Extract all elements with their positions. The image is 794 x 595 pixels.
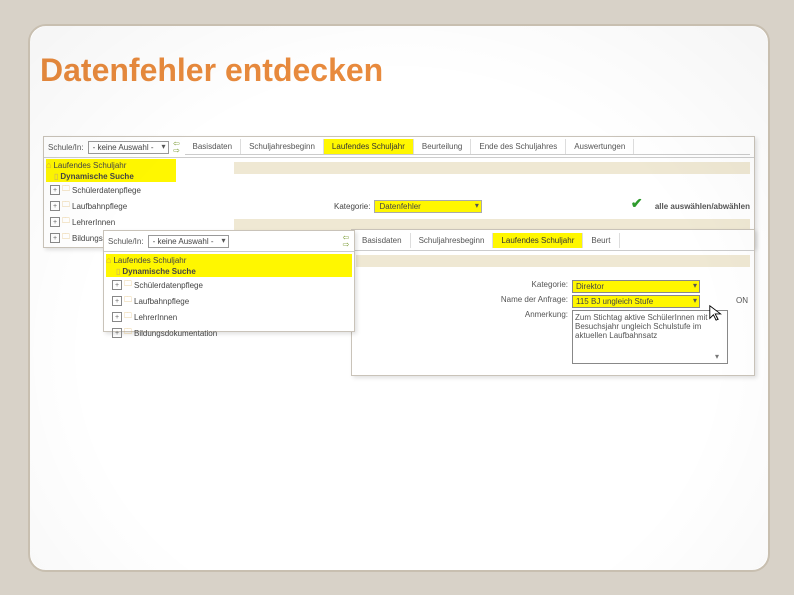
expand-icon[interactable]: + xyxy=(112,296,122,306)
kategorie-row: Kategorie: Datenfehler alle auswählen/ab… xyxy=(334,199,750,213)
tree-item-label: LehrerInnen xyxy=(72,218,115,227)
expand-icon[interactable]: + xyxy=(50,233,60,243)
folder-icon: 🗀 xyxy=(124,326,132,340)
tab-basisdaten[interactable]: Basisdaten xyxy=(185,139,242,154)
home-icon: ⌂ xyxy=(46,160,51,170)
tree-item-label: Schülerdatenpflege xyxy=(134,281,203,290)
doc-icon: ▯ xyxy=(54,172,58,181)
tab-schuljahresbeginn[interactable]: Schuljahresbeginn xyxy=(241,139,324,154)
slide-frame: Datenfehler entdecken Schule/In: - keine… xyxy=(28,24,770,572)
kategorie-label: Kategorie: xyxy=(488,280,568,289)
ss3-topbar: Basisdaten Schuljahresbeginn Laufendes S… xyxy=(352,230,754,251)
schule-select[interactable]: - keine Auswahl - xyxy=(88,141,169,154)
kategorie-select[interactable]: Direktor▾ xyxy=(572,280,700,293)
tree-item[interactable]: +🗀Laufbahnpflege xyxy=(106,293,352,309)
expand-icon[interactable]: + xyxy=(112,328,122,338)
folder-icon: 🗀 xyxy=(124,278,132,292)
expand-icon[interactable]: + xyxy=(50,185,60,195)
tree-dyn-suche[interactable]: ▯Dynamische Suche xyxy=(106,266,352,277)
kategorie-select[interactable]: Datenfehler xyxy=(374,200,481,213)
screenshot-tree: Schule/In: - keine Auswahl - ⇦⇨ ⌂Laufend… xyxy=(103,230,355,332)
nav-arrows-icon[interactable]: ⇦⇨ xyxy=(342,234,350,248)
query-form: Kategorie: Direktor▾ Name der Anfrage: 1… xyxy=(488,280,748,366)
folder-icon: 🗀 xyxy=(124,294,132,308)
folder-icon: 🗀 xyxy=(62,183,70,197)
folder-icon: 🗀 xyxy=(62,215,70,229)
screenshot-detail: Basisdaten Schuljahresbeginn Laufendes S… xyxy=(351,229,755,376)
check-icon[interactable] xyxy=(633,199,651,213)
anmerkung-text: Zum Stichtag aktive SchülerInnen mit Bes… xyxy=(572,310,728,364)
tree-dyn-label: Dynamische Suche xyxy=(60,172,133,181)
schule-select[interactable]: - keine Auswahl - xyxy=(148,235,229,248)
folder-icon: 🗀 xyxy=(124,310,132,324)
tree-root[interactable]: ⌂Laufendes Schuljahr xyxy=(106,254,352,266)
tree-item[interactable]: +🗀Bildungsdokumentation xyxy=(106,325,352,341)
header-bar xyxy=(234,162,750,174)
scroll-down-icon[interactable]: ▾ xyxy=(715,352,725,361)
kategorie-label: Kategorie: xyxy=(334,202,370,211)
tree-dyn-label: Dynamische Suche xyxy=(122,267,195,276)
tab-ende-des-schuljahres[interactable]: Ende des Schuljahres xyxy=(471,139,566,154)
tree-item-label: Bildungsdokumentation xyxy=(134,329,217,338)
name-label: Name der Anfrage: xyxy=(488,295,568,304)
expand-icon[interactable]: + xyxy=(50,201,60,211)
expand-icon[interactable]: + xyxy=(112,280,122,290)
tree-item[interactable]: +🗀Schülerdatenpflege xyxy=(46,182,176,198)
tab-auswertungen[interactable]: Auswertungen xyxy=(566,139,634,154)
folder-icon: 🗀 xyxy=(62,231,70,245)
topbar: Schule/In: - keine Auswahl - ⇦⇨ Basisdat… xyxy=(44,137,754,158)
tree-item[interactable]: +🗀Laufbahnpflege xyxy=(46,198,176,214)
tree-root[interactable]: ⌂Laufendes Schuljahr xyxy=(46,159,176,171)
expand-icon[interactable]: + xyxy=(50,217,60,227)
nav-arrows-icon[interactable]: ⇦⇨ xyxy=(173,140,181,154)
tree-item[interactable]: +🗀LehrerInnen xyxy=(46,214,176,230)
tab-basisdaten[interactable]: Basisdaten xyxy=(354,233,411,248)
doc-icon: ▯ xyxy=(116,267,120,276)
tree-item-label: Laufbahnpflege xyxy=(134,297,189,306)
slide-title: Datenfehler entdecken xyxy=(40,52,383,89)
content-panel: Kategorie: Datenfehler alle auswählen/ab… xyxy=(234,159,750,234)
tree-item[interactable]: +🗀Schülerdatenpflege xyxy=(106,277,352,293)
tree-item-label: LehrerInnen xyxy=(134,313,177,322)
tab-laufendes-schuljahr[interactable]: Laufendes Schuljahr xyxy=(493,233,583,248)
tabstrip: Basisdaten Schuljahresbeginn Laufendes S… xyxy=(185,139,751,155)
sub-bar xyxy=(356,255,750,267)
folder-icon: 🗀 xyxy=(62,199,70,213)
tree-root-label: Laufendes Schuljahr xyxy=(113,256,186,265)
home-icon: ⌂ xyxy=(106,255,111,265)
tab-laufendes-schuljahr[interactable]: Laufendes Schuljahr xyxy=(324,139,414,154)
tree-item[interactable]: +🗀LehrerInnen xyxy=(106,309,352,325)
ss2-topbar: Schule/In: - keine Auswahl - ⇦⇨ xyxy=(104,231,354,252)
tree-root-label: Laufendes Schuljahr xyxy=(53,161,126,170)
tab-beurteilung[interactable]: Beurteilung xyxy=(414,139,471,154)
tab-beurteilung-cut[interactable]: Beurt xyxy=(583,233,619,248)
alle-auswaehlen-link[interactable]: alle auswählen/abwählen xyxy=(655,202,750,211)
schule-label: Schule/In: xyxy=(108,237,144,246)
schule-label: Schule/In: xyxy=(48,143,84,152)
tree-panel: ⌂Laufendes Schuljahr ▯Dynamische Suche +… xyxy=(104,252,354,343)
tree-item-label: Schülerdatenpflege xyxy=(72,186,141,195)
tree-dyn-suche[interactable]: ▯Dynamische Suche xyxy=(46,171,176,182)
anmerkung-label: Anmerkung: xyxy=(488,310,568,319)
tree-item-label: Laufbahnpflege xyxy=(72,202,127,211)
anfrage-select[interactable]: 115 BJ ungleich Stufe▾ xyxy=(572,295,700,308)
tab-schuljahresbeginn[interactable]: Schuljahresbeginn xyxy=(411,233,494,248)
expand-icon[interactable]: + xyxy=(112,312,122,322)
on-text: ON xyxy=(736,296,748,305)
